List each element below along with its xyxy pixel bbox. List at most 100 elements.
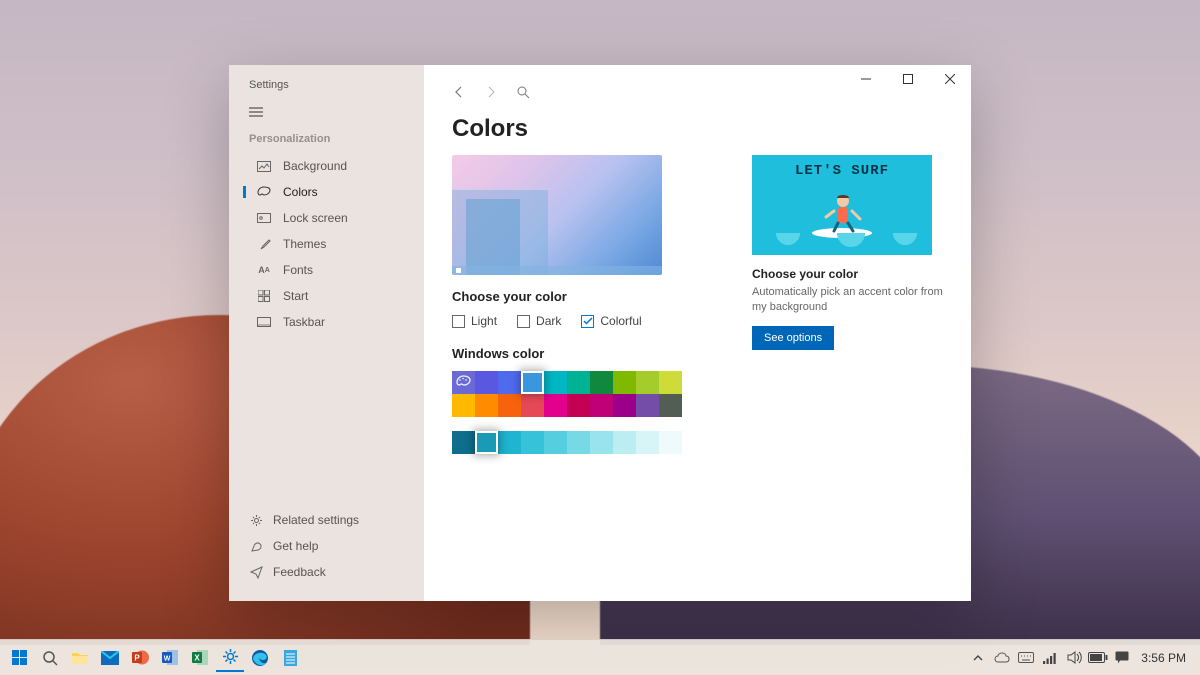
tray-network[interactable] bbox=[1039, 644, 1061, 672]
color-swatch[interactable] bbox=[567, 394, 590, 417]
promo-card[interactable]: LET'S SURF bbox=[752, 155, 932, 255]
color-shade[interactable] bbox=[659, 431, 682, 454]
taskbar-settings[interactable] bbox=[216, 644, 244, 672]
sidebar-item-fonts[interactable]: AA Fonts bbox=[229, 257, 424, 283]
tray-overflow-button[interactable] bbox=[967, 644, 989, 672]
color-swatch[interactable] bbox=[498, 371, 521, 394]
color-shade[interactable] bbox=[613, 431, 636, 454]
taskbar-excel[interactable]: X bbox=[186, 644, 214, 672]
taskbar-explorer[interactable] bbox=[66, 644, 94, 672]
maximize-button[interactable] bbox=[887, 65, 929, 93]
option-dark[interactable]: Dark bbox=[517, 314, 561, 328]
sidebar-item-start[interactable]: Start bbox=[229, 283, 424, 309]
option-label: Colorful bbox=[600, 314, 641, 328]
taskbar-start-button[interactable] bbox=[6, 644, 34, 672]
color-swatch[interactable] bbox=[613, 394, 636, 417]
option-light[interactable]: Light bbox=[452, 314, 497, 328]
minimize-button[interactable] bbox=[845, 65, 887, 93]
word-icon: W bbox=[162, 649, 179, 666]
sidebar-item-colors[interactable]: Colors bbox=[229, 179, 424, 205]
color-swatch[interactable] bbox=[544, 394, 567, 417]
option-label: Light bbox=[471, 314, 497, 328]
color-swatch[interactable] bbox=[636, 394, 659, 417]
color-swatch[interactable] bbox=[659, 394, 682, 417]
color-swatch[interactable] bbox=[475, 394, 498, 417]
color-swatch[interactable] bbox=[590, 394, 613, 417]
close-button[interactable] bbox=[929, 65, 971, 93]
color-swatch[interactable] bbox=[659, 371, 682, 394]
font-icon: AA bbox=[257, 264, 271, 276]
search-button[interactable] bbox=[516, 85, 530, 99]
checkbox-checked-icon bbox=[581, 315, 594, 328]
option-colorful[interactable]: Colorful bbox=[581, 314, 641, 328]
sidebar-item-themes[interactable]: Themes bbox=[229, 231, 424, 257]
help-icon bbox=[249, 540, 263, 552]
color-swatch[interactable] bbox=[567, 371, 590, 394]
color-shade[interactable] bbox=[590, 431, 613, 454]
tray-action-center[interactable] bbox=[1111, 644, 1133, 672]
checkbox-icon bbox=[452, 315, 465, 328]
color-swatch[interactable] bbox=[452, 371, 475, 394]
color-shade[interactable] bbox=[567, 431, 590, 454]
color-shade[interactable] bbox=[544, 431, 567, 454]
color-swatch[interactable] bbox=[590, 371, 613, 394]
tray-battery[interactable] bbox=[1087, 644, 1109, 672]
taskbar-edge[interactable] bbox=[246, 644, 274, 672]
promo-title: Choose your color bbox=[752, 267, 952, 281]
svg-text:P: P bbox=[134, 654, 140, 663]
color-swatch[interactable] bbox=[636, 371, 659, 394]
color-swatch[interactable] bbox=[521, 371, 544, 394]
taskbar-clock[interactable]: 3:56 PM bbox=[1135, 651, 1190, 665]
taskbar-mail[interactable] bbox=[96, 644, 124, 672]
color-swatch[interactable] bbox=[613, 371, 636, 394]
palette-icon bbox=[257, 186, 271, 198]
sidebar-get-help[interactable]: Get help bbox=[229, 533, 424, 559]
keyboard-icon bbox=[1018, 652, 1034, 663]
sidebar-footer: Related settings Get help Feedback bbox=[229, 507, 424, 589]
taskbar-powerpoint[interactable]: P bbox=[126, 644, 154, 672]
sidebar-item-background[interactable]: Background bbox=[229, 153, 424, 179]
taskbar-notepad[interactable] bbox=[276, 644, 304, 672]
minimize-icon bbox=[861, 74, 871, 84]
forward-button[interactable] bbox=[484, 85, 498, 99]
feedback-icon bbox=[249, 566, 263, 578]
taskbar-search-button[interactable] bbox=[36, 644, 64, 672]
color-mode-options: Light Dark Colorful bbox=[452, 314, 702, 328]
color-shade[interactable] bbox=[452, 431, 475, 454]
color-shade[interactable] bbox=[521, 431, 544, 454]
color-swatch[interactable] bbox=[521, 394, 544, 417]
promo-headline: LET'S SURF bbox=[795, 163, 889, 179]
folder-icon bbox=[71, 650, 89, 665]
see-options-button[interactable]: See options bbox=[752, 326, 834, 350]
sidebar-section-label: Personalization bbox=[229, 133, 424, 151]
sidebar-item-taskbar[interactable]: Taskbar bbox=[229, 309, 424, 335]
sidebar-footer-label: Feedback bbox=[273, 565, 326, 579]
battery-icon bbox=[1088, 652, 1108, 663]
sidebar-related-settings[interactable]: Related settings bbox=[229, 507, 424, 533]
sidebar-item-label: Background bbox=[283, 159, 347, 173]
image-icon bbox=[257, 160, 271, 172]
sidebar-feedback[interactable]: Feedback bbox=[229, 559, 424, 585]
hamburger-menu-button[interactable] bbox=[229, 103, 424, 133]
tray-onedrive[interactable] bbox=[991, 644, 1013, 672]
color-shade[interactable] bbox=[636, 431, 659, 454]
sidebar-footer-label: Related settings bbox=[273, 513, 359, 527]
svg-text:X: X bbox=[194, 654, 200, 663]
color-swatch[interactable] bbox=[452, 394, 475, 417]
notepad-icon bbox=[283, 649, 298, 667]
color-shade[interactable] bbox=[475, 431, 498, 454]
color-shade[interactable] bbox=[498, 431, 521, 454]
windows-color-label: Windows color bbox=[452, 346, 702, 361]
color-swatch[interactable] bbox=[544, 371, 567, 394]
back-button[interactable] bbox=[452, 85, 466, 99]
color-swatch[interactable] bbox=[498, 394, 521, 417]
color-swatch[interactable] bbox=[475, 371, 498, 394]
taskbar-word[interactable]: W bbox=[156, 644, 184, 672]
taskbar: P W X 3:56 PM bbox=[0, 639, 1200, 675]
sidebar-items: Background Colors Lock screen Themes AA … bbox=[229, 151, 424, 335]
hamburger-icon bbox=[249, 107, 263, 117]
taskbar-icon bbox=[257, 316, 271, 328]
tray-volume[interactable] bbox=[1063, 644, 1085, 672]
sidebar-item-lock-screen[interactable]: Lock screen bbox=[229, 205, 424, 231]
tray-keyboard[interactable] bbox=[1015, 644, 1037, 672]
